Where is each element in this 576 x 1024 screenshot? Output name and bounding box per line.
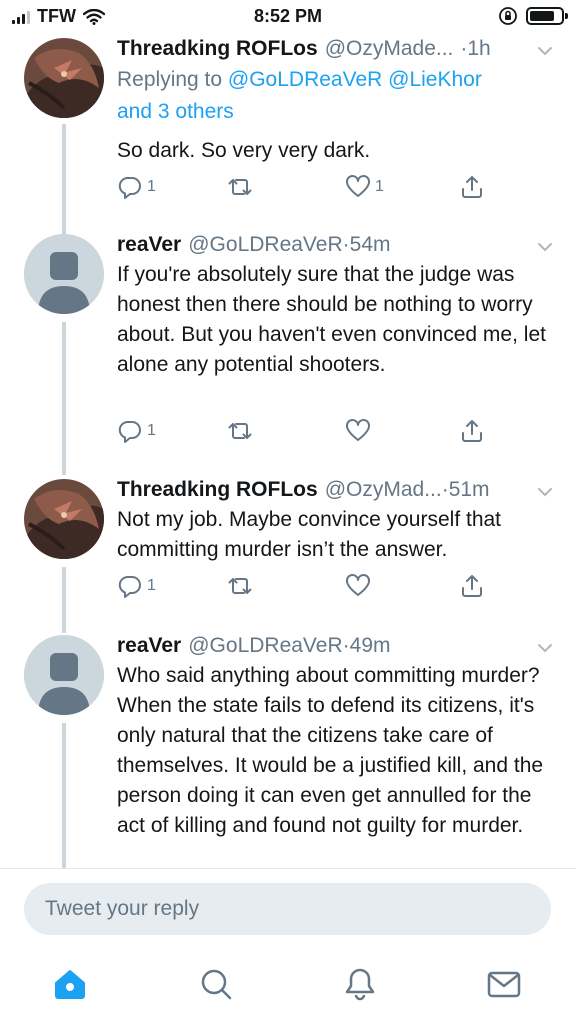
heart-icon: [346, 175, 370, 197]
reply-button[interactable]: 1: [117, 573, 156, 599]
share-button[interactable]: [459, 418, 485, 444]
share-button[interactable]: [459, 174, 485, 200]
like-count: 1: [375, 178, 384, 195]
chevron-down-icon[interactable]: [536, 483, 554, 501]
orientation-lock-icon: [499, 7, 517, 25]
messages-icon: [487, 971, 521, 998]
avatar[interactable]: [24, 635, 104, 715]
reply-button[interactable]: 1: [117, 174, 156, 200]
tab-home[interactable]: [52, 966, 88, 1002]
thread-line: [62, 723, 66, 868]
status-bar: TFW 8:52 PM: [0, 0, 576, 34]
reply-button[interactable]: 1: [117, 418, 156, 444]
tweet[interactable]: Threadking ROFLos @OzyMad... · 51m Not m…: [0, 475, 576, 633]
like-button[interactable]: [345, 418, 375, 444]
chevron-down-icon[interactable]: [536, 238, 554, 256]
home-icon: [55, 970, 85, 999]
tweet-time: 54m: [349, 233, 391, 256]
share-icon: [462, 575, 482, 597]
user-handle[interactable]: @OzyMade...: [325, 34, 454, 64]
user-handle[interactable]: @GoLDReaVeR: [188, 631, 342, 661]
user-handle[interactable]: @GoLDReaVeR: [188, 230, 342, 260]
tweet-text: Not my job. Maybe convince yourself that…: [117, 508, 502, 561]
tweet-time: 49m: [349, 634, 391, 657]
tab-bar: [0, 948, 576, 1024]
tweet-header: Threadking ROFLos @OzyMade... · 1h: [117, 34, 554, 64]
separator-dot: ·: [441, 478, 449, 501]
status-right: [498, 6, 568, 26]
tweet-header: reaVer @GoLDReaVeR · 49m: [117, 631, 554, 661]
share-button[interactable]: [459, 573, 485, 599]
tab-search[interactable]: [198, 966, 234, 1002]
retweet-icon: [228, 423, 252, 439]
avatar[interactable]: [24, 234, 104, 314]
tweet-text: So dark. So very very dark.: [117, 139, 371, 162]
share-icon: [462, 420, 482, 442]
separator-dot: ·: [460, 37, 468, 60]
like-button[interactable]: [345, 573, 375, 599]
tweet-reply-input[interactable]: Tweet your reply: [24, 883, 551, 935]
replying-to-users[interactable]: @GoLDReaVeR @LieKhor: [228, 68, 482, 91]
reply-count: 1: [147, 422, 156, 439]
thread-line: [62, 322, 66, 475]
dragon-avatar-image: [24, 38, 104, 118]
tweet-text: Who said anything about committing murde…: [117, 664, 544, 837]
reply-bar: Tweet your reply: [0, 868, 576, 949]
tweet[interactable]: Threadking ROFLos @OzyMade... · 1h Reply…: [0, 34, 576, 234]
default-avatar-image: [24, 635, 104, 715]
tweet-time: 1h: [467, 37, 491, 60]
retweet-button[interactable]: [227, 573, 257, 599]
tweet-text: If you're absolutely sure that the judge…: [117, 263, 546, 376]
search-icon: [201, 969, 232, 1000]
display-name[interactable]: reaVer: [117, 230, 181, 260]
replying-to-others[interactable]: and 3 others: [117, 100, 234, 123]
display-name[interactable]: Threadking ROFLos: [117, 34, 318, 64]
status-time: 8:52 PM: [253, 6, 323, 26]
heart-icon: [346, 574, 370, 596]
tweet[interactable]: reaVer @GoLDReaVeR · 49m Who said anythi…: [0, 631, 576, 868]
chevron-down-icon[interactable]: [536, 42, 554, 60]
share-icon: [462, 176, 482, 198]
avatar[interactable]: [24, 479, 104, 559]
default-avatar-image: [24, 234, 104, 314]
like-button[interactable]: 1: [345, 174, 384, 200]
separator-dot: ·: [342, 233, 350, 256]
tweet-actions: 1 1: [117, 174, 482, 204]
battery-icon: [526, 7, 568, 25]
replying-to-label: Replying to: [117, 68, 228, 91]
tweet-header: reaVer @GoLDReaVeR · 54m: [117, 230, 554, 260]
user-handle[interactable]: @OzyMad...: [325, 475, 442, 505]
tweet-actions: 1: [117, 573, 482, 603]
retweet-icon: [228, 179, 252, 195]
thread-line: [62, 124, 66, 234]
reply-count: 1: [147, 577, 156, 594]
reply-icon: [118, 176, 141, 199]
tweet-time: 51m: [448, 478, 490, 501]
reply-count: 1: [147, 178, 156, 195]
retweet-button[interactable]: [227, 174, 257, 200]
retweet-button[interactable]: [227, 418, 257, 444]
tab-messages[interactable]: [486, 966, 522, 1002]
dragon-avatar-image: [24, 479, 104, 559]
tweet[interactable]: reaVer @GoLDReaVeR · 54m If you're absol…: [0, 230, 576, 475]
thread-line: [62, 567, 66, 633]
avatar[interactable]: [24, 38, 104, 118]
reply-icon: [118, 420, 141, 443]
reply-icon: [118, 575, 141, 598]
retweet-icon: [228, 578, 252, 594]
notifications-icon: [345, 968, 375, 1001]
display-name[interactable]: Threadking ROFLos: [117, 475, 318, 505]
tweet-header: Threadking ROFLos @OzyMad... · 51m: [117, 475, 554, 505]
separator-dot: ·: [342, 634, 350, 657]
replying-to: Replying to @GoLDReaVeR @LieKhor and 3 o…: [117, 64, 554, 128]
chevron-down-icon[interactable]: [536, 639, 554, 657]
display-name[interactable]: reaVer: [117, 631, 181, 661]
tweet-actions: 1: [117, 418, 482, 448]
heart-icon: [346, 419, 370, 441]
tab-notifications[interactable]: [342, 966, 378, 1002]
